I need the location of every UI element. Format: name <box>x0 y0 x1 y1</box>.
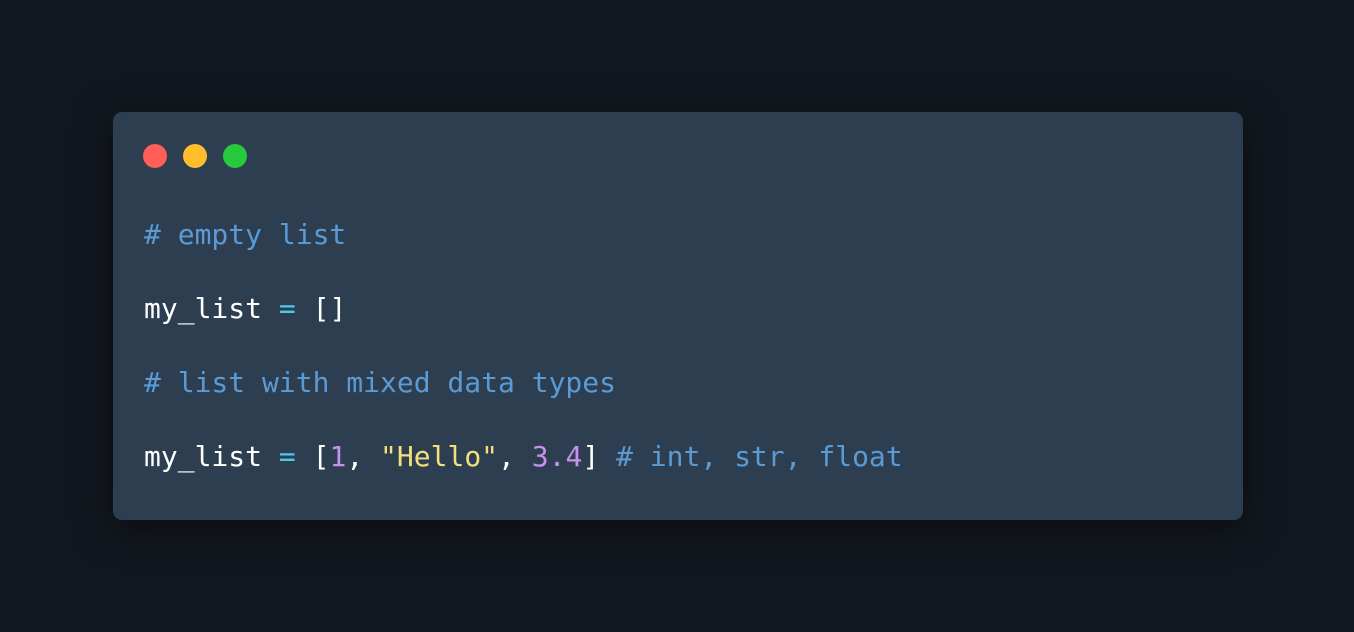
code-block: # empty list my_list = [] # list with mixe… <box>144 216 903 475</box>
minimize-dot-icon[interactable] <box>183 144 207 168</box>
assign-operator: = <box>262 292 313 325</box>
code-line-3: # list with mixed data types <box>144 364 903 401</box>
comment-empty-list: # empty list <box>144 218 347 251</box>
window-controls <box>143 144 247 168</box>
separator: , <box>498 440 532 473</box>
comment-mixed-types: # list with mixed data types <box>144 366 617 399</box>
identifier-my-list: my_list <box>144 440 263 473</box>
code-line-1: # empty list <box>144 216 903 253</box>
close-dot-icon[interactable] <box>143 144 167 168</box>
code-line-2: my_list = [] <box>144 290 903 327</box>
empty-list-literal: [] <box>312 292 347 325</box>
code-line-4: my_list = [1, "Hello", 3.4] # int, str, … <box>144 438 903 475</box>
maximize-dot-icon[interactable] <box>223 144 247 168</box>
identifier-my-list: my_list <box>144 292 263 325</box>
string-literal: "Hello" <box>380 440 499 473</box>
code-window: # empty list my_list = [] # list with mixe… <box>113 112 1243 520</box>
assign-operator: = <box>262 440 313 473</box>
int-literal: 1 <box>329 440 347 473</box>
separator: , <box>346 440 381 473</box>
comment-types: # int, str, float <box>616 440 903 473</box>
close-bracket: ] <box>582 440 600 473</box>
open-bracket: [ <box>312 440 330 473</box>
float-literal: 3.4 <box>531 440 583 473</box>
